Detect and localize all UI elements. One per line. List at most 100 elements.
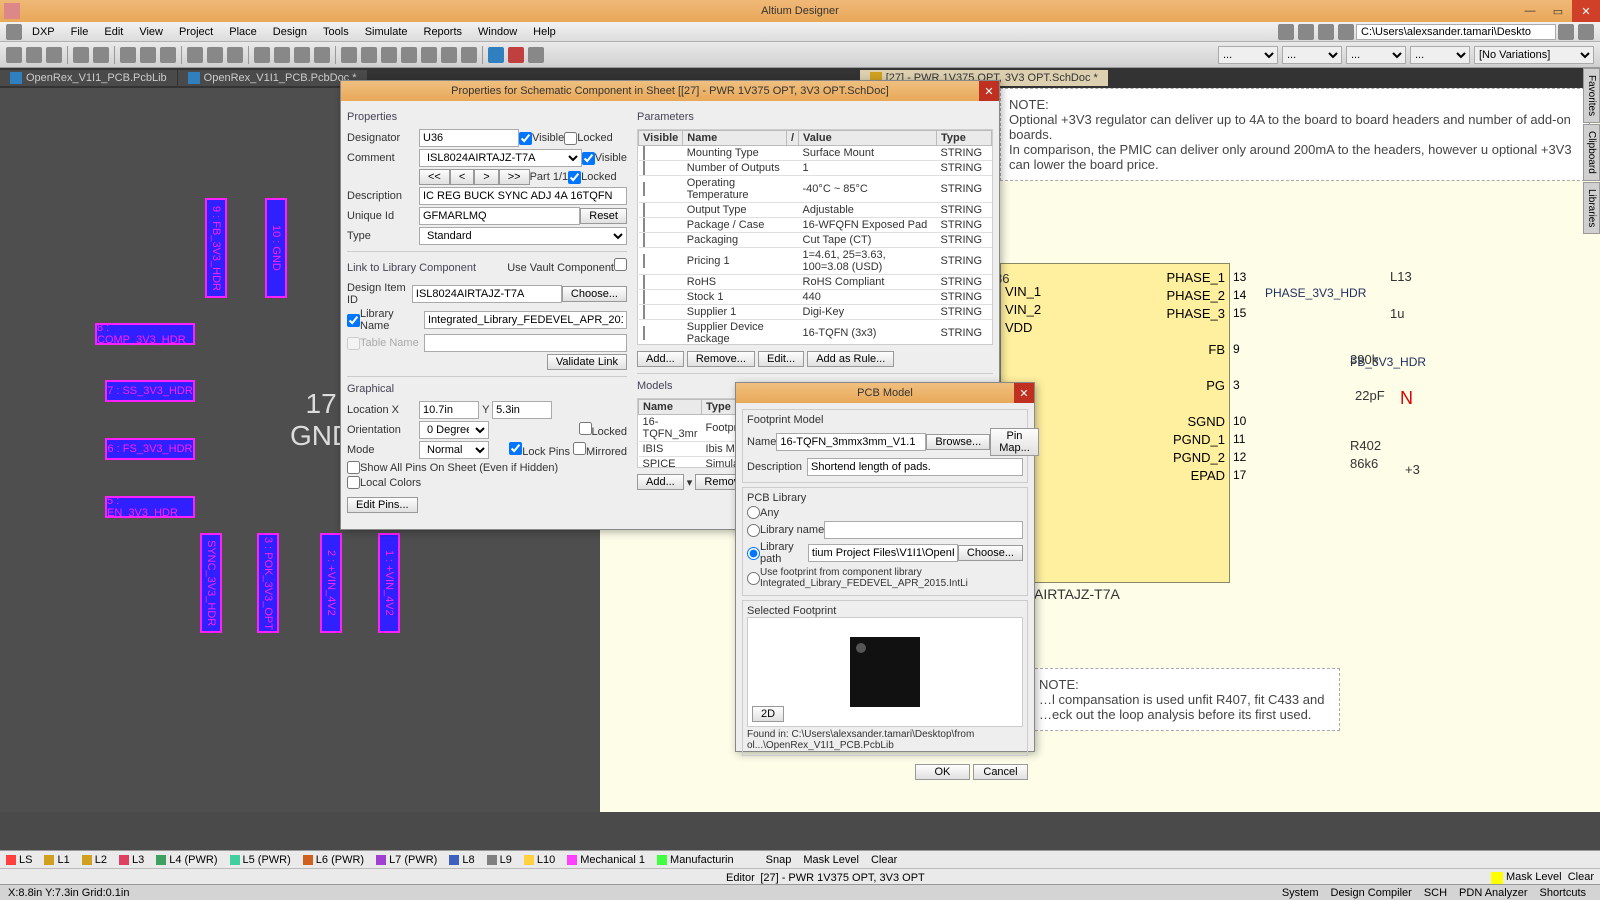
panel-button[interactable]: SCH	[1418, 887, 1453, 899]
undo-icon[interactable]	[294, 47, 310, 63]
preview-icon[interactable]	[93, 47, 109, 63]
param-row[interactable]: Operating Temperature-40°C ~ 85°CSTRING	[639, 176, 992, 203]
editpins-button[interactable]: Edit Pins...	[347, 497, 418, 513]
libpath-input[interactable]	[808, 544, 958, 562]
visible-checkbox[interactable]	[519, 132, 532, 145]
zoom-out-icon[interactable]	[140, 47, 156, 63]
prev-part-button[interactable]: <<	[419, 169, 450, 185]
select-icon[interactable]	[254, 47, 270, 63]
col-header[interactable]: Name	[683, 131, 787, 146]
locx-input[interactable]	[419, 401, 479, 419]
next-button[interactable]: >	[474, 169, 498, 185]
refresh-icon[interactable]	[1558, 24, 1574, 40]
description-input[interactable]	[419, 187, 627, 205]
orientation-select[interactable]: 0 Degrees	[419, 421, 489, 439]
masklevel-button[interactable]: Mask Level	[1506, 871, 1562, 883]
validate-button[interactable]: Validate Link	[547, 354, 627, 370]
remove-button[interactable]: Remove...	[687, 351, 755, 367]
layer-item[interactable]: L1	[38, 854, 75, 866]
ok-button[interactable]: OK	[915, 764, 970, 780]
model-add-button[interactable]: Add...	[637, 474, 684, 490]
mode-select[interactable]: Normal	[419, 441, 489, 459]
layer-item[interactable]: Manufacturin	[651, 854, 740, 866]
nav-back-icon[interactable]	[1278, 24, 1294, 40]
highlight-icon[interactable]	[528, 47, 544, 63]
reset-button[interactable]: Reset	[580, 208, 627, 224]
libname-checkbox[interactable]	[347, 314, 360, 327]
col-header[interactable]: Value	[799, 131, 937, 146]
pinmap-button[interactable]: Pin Map...	[990, 428, 1039, 456]
dxp-icon[interactable]	[6, 24, 22, 40]
param-row[interactable]: Mounting TypeSurface MountSTRING	[639, 146, 992, 161]
lib-name-radio[interactable]	[747, 524, 760, 537]
redo-icon[interactable]	[314, 47, 330, 63]
choose-button[interactable]: Choose...	[562, 286, 627, 302]
tablename-input[interactable]	[424, 334, 627, 352]
libname-input[interactable]	[424, 311, 627, 329]
menu-place[interactable]: Place	[221, 24, 265, 40]
comment-select[interactable]: ISL8024AIRTAJZ-T7A	[419, 149, 582, 167]
col-header[interactable]: Visible	[639, 131, 683, 146]
layer-item[interactable]: L5 (PWR)	[224, 854, 297, 866]
delete-icon[interactable]	[508, 47, 524, 63]
snap-button[interactable]: Snap	[760, 854, 798, 866]
lockpins-checkbox[interactable]	[509, 442, 522, 455]
param-row[interactable]: Supplier 1Digi-KeySTRING	[639, 305, 992, 320]
next-part-button[interactable]: >>	[499, 169, 530, 185]
fpname-input[interactable]	[776, 433, 926, 451]
poly-icon[interactable]	[421, 47, 437, 63]
sidetab-clipboard[interactable]: Clipboard	[1583, 124, 1600, 181]
menu-simulate[interactable]: Simulate	[357, 24, 416, 40]
param-row[interactable]: PackagingCut Tape (CT)STRING	[639, 233, 992, 248]
pad-icon[interactable]	[381, 47, 397, 63]
locked-checkbox[interactable]	[579, 422, 592, 435]
localcolors-checkbox[interactable]	[347, 476, 360, 489]
paste-icon[interactable]	[227, 47, 243, 63]
home-icon[interactable]	[1318, 24, 1334, 40]
via-icon[interactable]	[361, 47, 377, 63]
sidetab-favorites[interactable]: Favorites	[1583, 68, 1600, 123]
new-icon[interactable]	[6, 47, 22, 63]
maximize-button[interactable]: ▭	[1544, 0, 1572, 22]
track-icon[interactable]	[401, 47, 417, 63]
variation-select[interactable]: [No Variations]	[1474, 46, 1594, 64]
layer-item[interactable]: L8	[443, 854, 480, 866]
param-row[interactable]: Supplier Device Package16-TQFN (3x3)STRI…	[639, 320, 992, 346]
close-button[interactable]: ✕	[1572, 0, 1600, 22]
mirrored-checkbox[interactable]	[573, 442, 586, 455]
masklevel-button[interactable]: Mask Level	[797, 854, 865, 866]
view-2d-button[interactable]: 2D	[752, 706, 784, 722]
menu-file[interactable]: File	[63, 24, 97, 40]
add-button[interactable]: Add...	[637, 351, 684, 367]
nav-fwd-icon[interactable]	[1298, 24, 1314, 40]
minimize-button[interactable]: —	[1516, 0, 1544, 22]
clear-button[interactable]: Clear	[1568, 871, 1594, 883]
lib-path-radio[interactable]	[747, 547, 760, 560]
layer-item[interactable]: L6 (PWR)	[297, 854, 370, 866]
param-row[interactable]: Package / Case16-WFQFN Exposed PadSTRING	[639, 218, 992, 233]
designator-input[interactable]	[419, 129, 519, 147]
browse-button[interactable]: Browse...	[926, 434, 990, 450]
layer-item[interactable]: L2	[76, 854, 113, 866]
menu-project[interactable]: Project	[171, 24, 221, 40]
path-input[interactable]	[1356, 24, 1556, 40]
filter-select-1[interactable]: ...	[1218, 46, 1278, 64]
col-header[interactable]: Type	[937, 131, 992, 146]
fit-icon[interactable]	[160, 47, 176, 63]
layer-item[interactable]: L7 (PWR)	[370, 854, 443, 866]
layer-item[interactable]: L3	[113, 854, 150, 866]
dialog-titlebar[interactable]: Properties for Schematic Component in Sh…	[341, 81, 999, 101]
help-icon[interactable]	[1578, 24, 1594, 40]
designitem-input[interactable]	[412, 285, 562, 303]
param-row[interactable]: RoHSRoHS CompliantSTRING	[639, 275, 992, 290]
tab-pcbdoc[interactable]: OpenRex_V1I1_PCB.PcbDoc *	[178, 70, 367, 86]
panel-button[interactable]: System	[1276, 887, 1325, 899]
lib-any-radio[interactable]	[747, 506, 760, 519]
panel-button[interactable]: PDN Analyzer	[1453, 887, 1533, 899]
close-icon[interactable]: ✕	[1014, 383, 1034, 403]
layer-item[interactable]: L9	[481, 854, 518, 866]
param-row[interactable]: Number of Outputs1STRING	[639, 161, 992, 176]
dialog-titlebar[interactable]: PCB Model ✕	[736, 383, 1034, 403]
param-row[interactable]: Pricing 11=4.61, 25=3.63, 100=3.08 (USD)…	[639, 248, 992, 275]
close-icon[interactable]: ✕	[979, 81, 999, 101]
